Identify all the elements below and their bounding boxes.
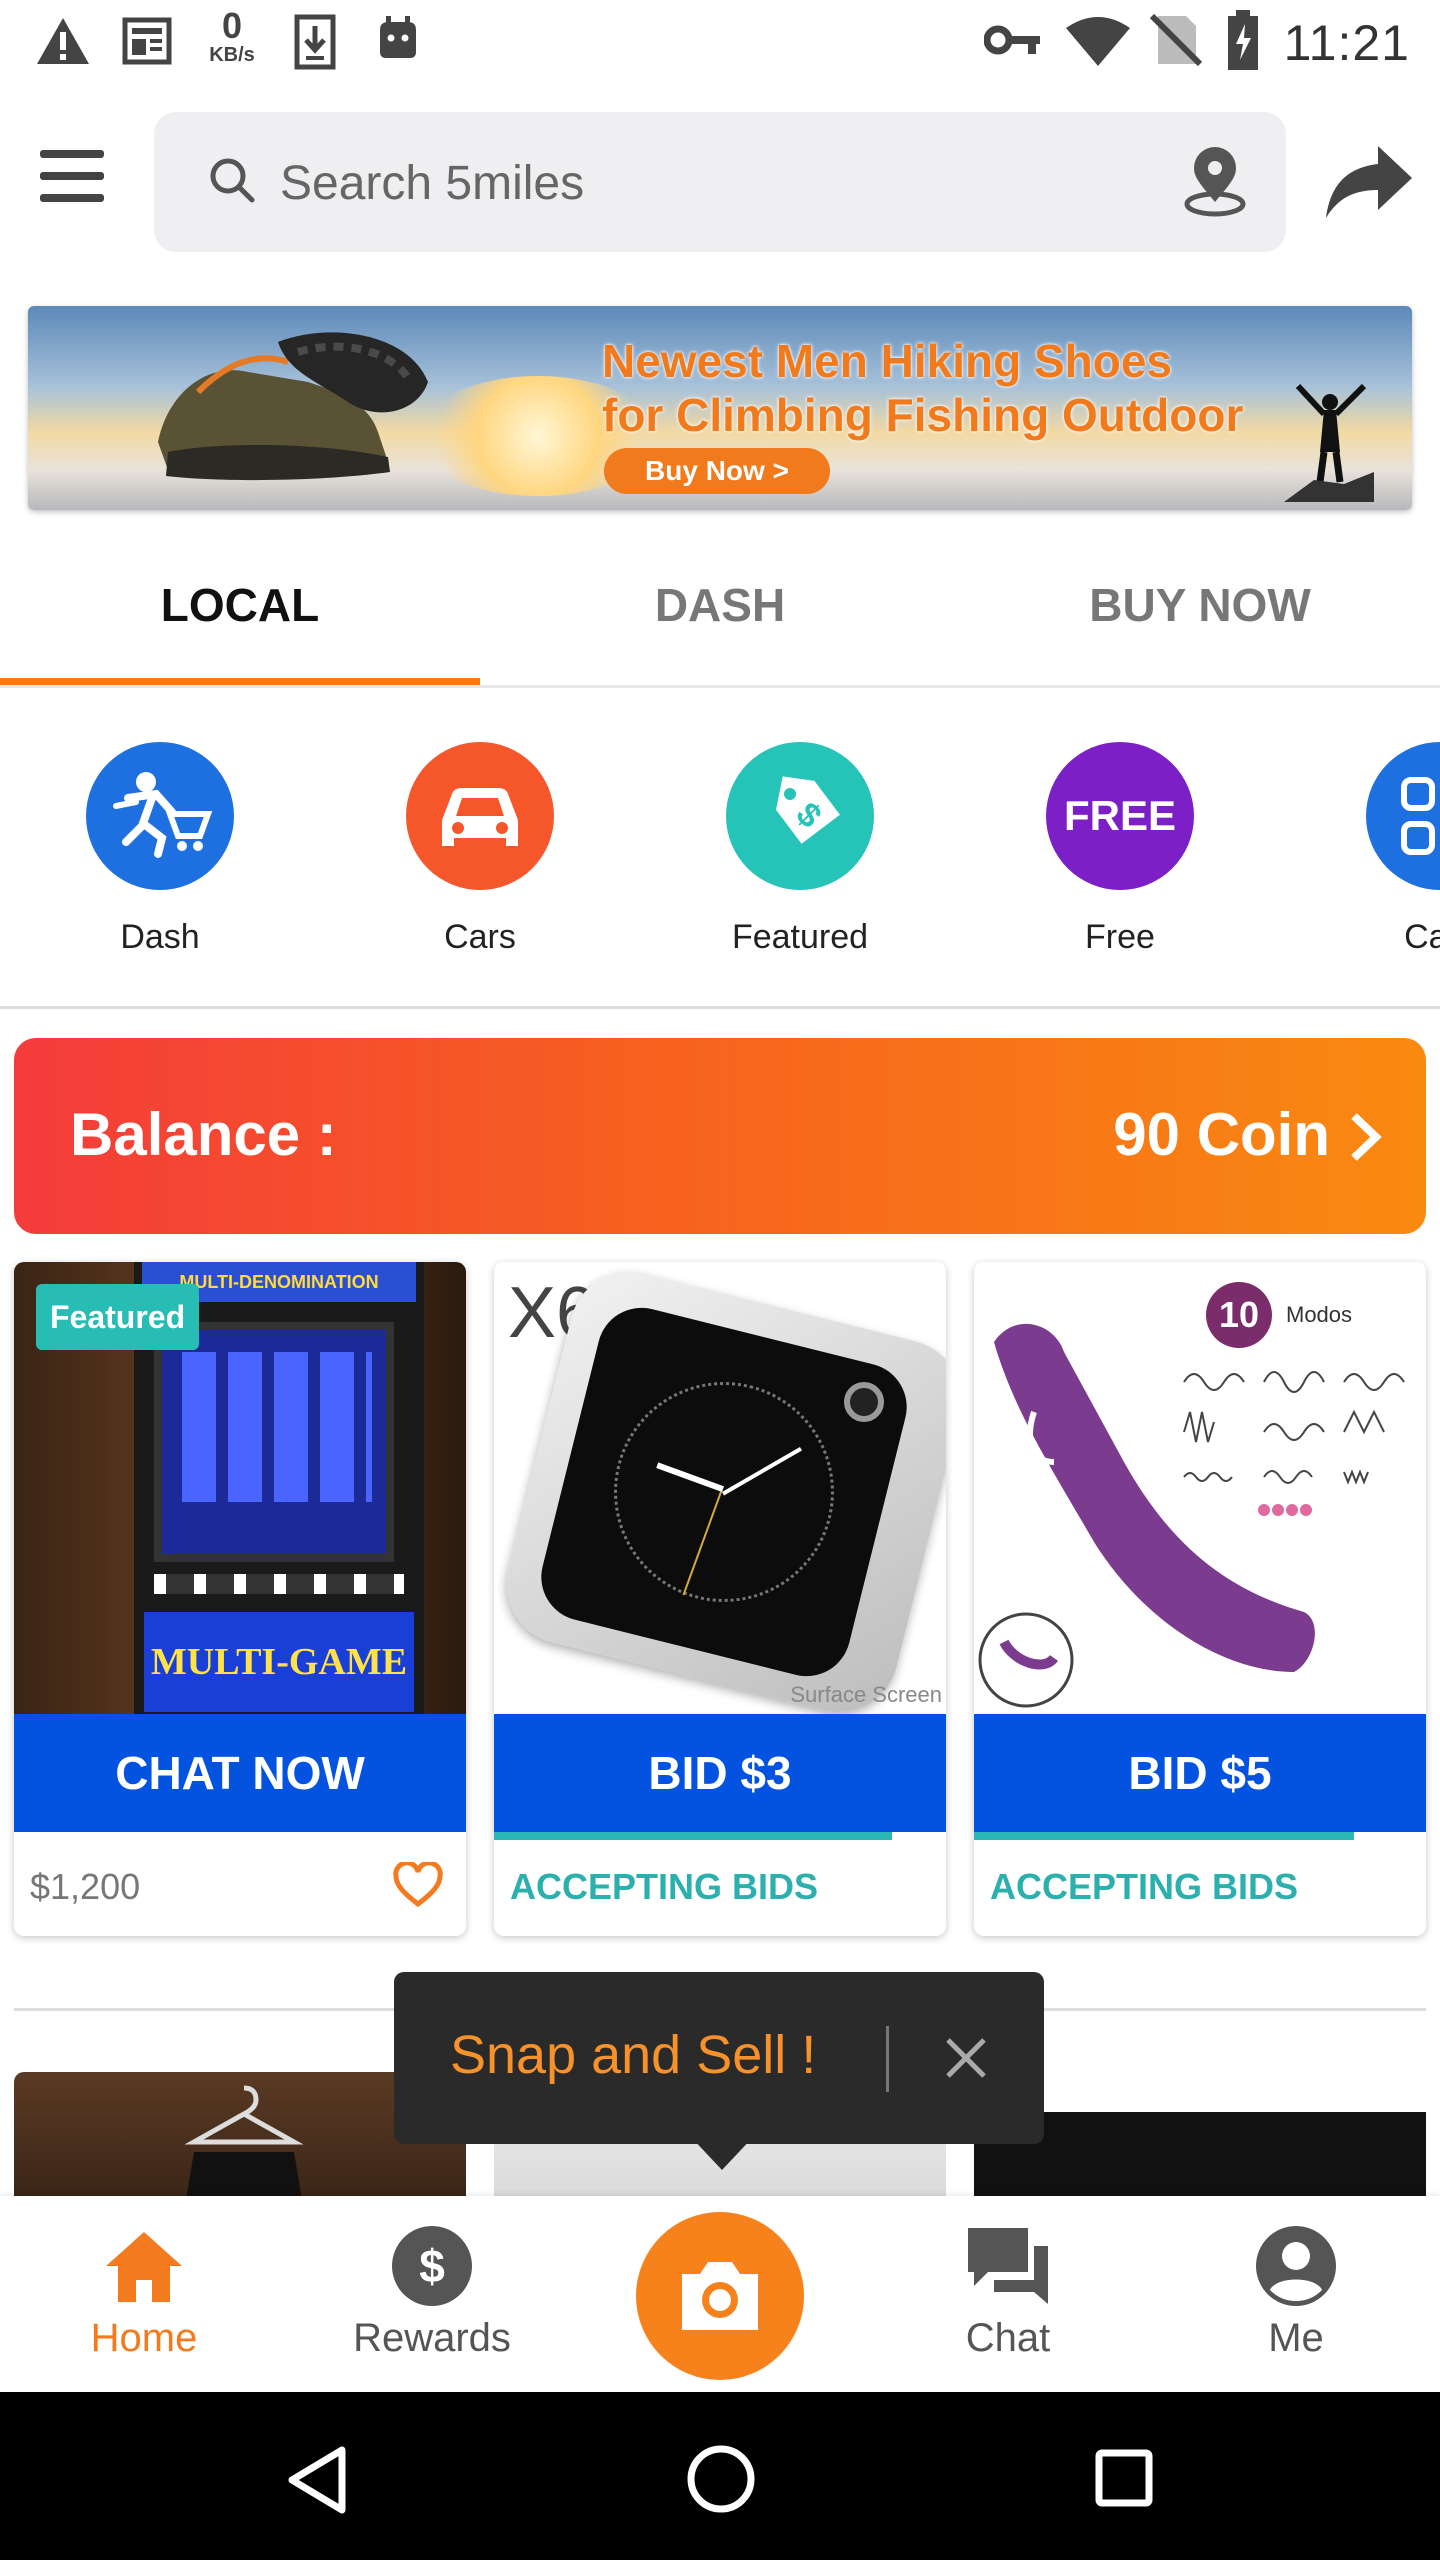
svg-text:$: $: [419, 2240, 445, 2292]
balance-label: Balance :: [70, 1101, 337, 1168]
category-label: Featured: [731, 918, 869, 956]
nav-me[interactable]: Me: [1152, 2196, 1440, 2392]
category-row: Dash Cars $ Featured FREE Free Cate: [0, 690, 1440, 1008]
profile-icon: [1256, 2226, 1336, 2306]
network-speed-unit: KB/s: [209, 44, 255, 66]
category-label: Cars: [444, 918, 516, 956]
product-image-smartwatch: X6 Surface Screen: [494, 1262, 946, 1714]
nav-label: Chat: [965, 2316, 1051, 2360]
tab-local[interactable]: LOCAL: [0, 540, 480, 688]
wifi-icon: [1066, 17, 1130, 66]
free-icon: FREE: [1046, 742, 1194, 890]
section-divider: [0, 1006, 1440, 1009]
bid-button[interactable]: BID $5: [974, 1714, 1426, 1832]
network-speed-value: 0: [221, 5, 243, 46]
category-label: Free: [1085, 918, 1155, 956]
category-dash[interactable]: Dash: [0, 690, 320, 990]
bid-status: ACCEPTING BIDS: [510, 1866, 819, 1907]
product-card[interactable]: MULTI-DENOMINATION MULTI-GAME Featured C…: [14, 1262, 466, 1936]
status-bar: 0 KB/s 11:21: [0, 0, 1440, 84]
nav-label: Home: [90, 2316, 198, 2360]
home-icon: [106, 2232, 182, 2302]
network-speed: 0 KB/s: [200, 5, 264, 67]
chat-now-button[interactable]: CHAT NOW: [14, 1714, 466, 1832]
news-icon: [122, 17, 172, 65]
feed-tabs: LOCAL DASH BUY NOW: [0, 540, 1440, 688]
menu-button[interactable]: [40, 150, 112, 216]
system-navigation-bar: [0, 2392, 1440, 2560]
product-price: $1,200: [30, 1866, 141, 1907]
recents-icon[interactable]: [1094, 2448, 1154, 2508]
purple-device-drawing: [978, 1323, 1405, 1708]
category-free[interactable]: FREE Free: [960, 690, 1280, 990]
snap-and-sell-text: Snap and Sell !: [450, 2025, 817, 2085]
snap-and-sell-tooltip[interactable]: Snap and Sell !: [394, 1972, 1044, 2144]
product-image-purple-device: 10 Modos: [974, 1262, 1426, 1714]
bid-status: ACCEPTING BIDS: [990, 1866, 1299, 1907]
nav-label: Me: [1268, 2316, 1324, 2360]
balance-banner[interactable]: Balance : 90 Coin: [14, 1038, 1426, 1234]
featured-badge: Featured: [36, 1284, 200, 1350]
share-icon[interactable]: [1320, 142, 1416, 222]
rewards-icon: $: [392, 2226, 472, 2306]
search-input[interactable]: [280, 148, 1080, 218]
active-tab-indicator: [0, 678, 480, 685]
vpn-key-icon: [984, 25, 1040, 55]
chat-icon: [968, 2228, 1048, 2304]
camera-sell-button[interactable]: [636, 2212, 804, 2380]
no-sim-icon: [1150, 13, 1202, 67]
product-card[interactable]: 10 Modos BID $5 ACCEPTING BIDS: [974, 1262, 1426, 1936]
tab-buy-now[interactable]: BUY NOW: [960, 540, 1440, 688]
battery-charging-icon: [1228, 10, 1258, 70]
location-pin-icon[interactable]: [1182, 146, 1248, 218]
watch-sub-text: Surface Screen: [790, 1682, 942, 1707]
nav-label: Rewards: [353, 2316, 511, 2360]
tab-dash[interactable]: DASH: [480, 540, 960, 688]
dash-cart-icon: [86, 742, 234, 890]
heart-icon[interactable]: [392, 1862, 444, 1908]
tooltip-separator: [886, 2026, 889, 2092]
promo-banner[interactable]: Newest Men Hiking Shoes for Climbing Fis…: [28, 306, 1412, 510]
slot-machine-bottom-text: MULTI-GAME: [144, 1612, 414, 1712]
warning-icon: [37, 18, 89, 64]
category-categories[interactable]: Cate: [1280, 690, 1440, 990]
categories-icon: [1366, 742, 1440, 890]
chevron-right-icon: [1351, 1113, 1382, 1161]
balance-value: 90 Coin: [1113, 1101, 1330, 1168]
tooltip-arrow: [690, 2136, 754, 2170]
hiking-shoe-image: [158, 332, 428, 481]
bid-button[interactable]: BID $3: [494, 1714, 946, 1832]
product-card[interactable]: X6 Surface Screen BID $3 ACCEPTING BIDS: [494, 1262, 946, 1936]
banner-buy-now-button[interactable]: Buy Now >: [604, 448, 830, 494]
banner-title-line2: for Climbing Fishing Outdoor: [602, 389, 1244, 441]
bid-progress-bar: [974, 1832, 1354, 1840]
search-icon: [210, 158, 255, 203]
bid-progress-bar: [494, 1832, 892, 1840]
category-featured[interactable]: $ Featured: [640, 690, 960, 990]
car-icon: [406, 742, 554, 890]
camera-icon: [682, 2262, 758, 2330]
nav-chat[interactable]: Chat: [864, 2196, 1152, 2392]
search-bar[interactable]: [154, 112, 1286, 252]
android-robot-icon: [380, 16, 416, 58]
price-tag-icon: $: [726, 742, 874, 890]
back-icon[interactable]: [284, 2444, 348, 2516]
category-label: Cate: [1404, 918, 1440, 956]
banner-title-line1: Newest Men Hiking Shoes: [602, 335, 1173, 387]
download-icon: [294, 14, 336, 70]
clock: 11:21: [1283, 15, 1410, 71]
banner-hiker-figure: [1284, 383, 1374, 502]
category-label: Dash: [120, 918, 200, 956]
close-icon[interactable]: [930, 2022, 1002, 2094]
nav-home[interactable]: Home: [0, 2196, 288, 2392]
nav-rewards[interactable]: $ Rewards: [288, 2196, 576, 2392]
category-cars[interactable]: Cars: [320, 690, 640, 990]
home-circle-icon[interactable]: [686, 2444, 756, 2514]
